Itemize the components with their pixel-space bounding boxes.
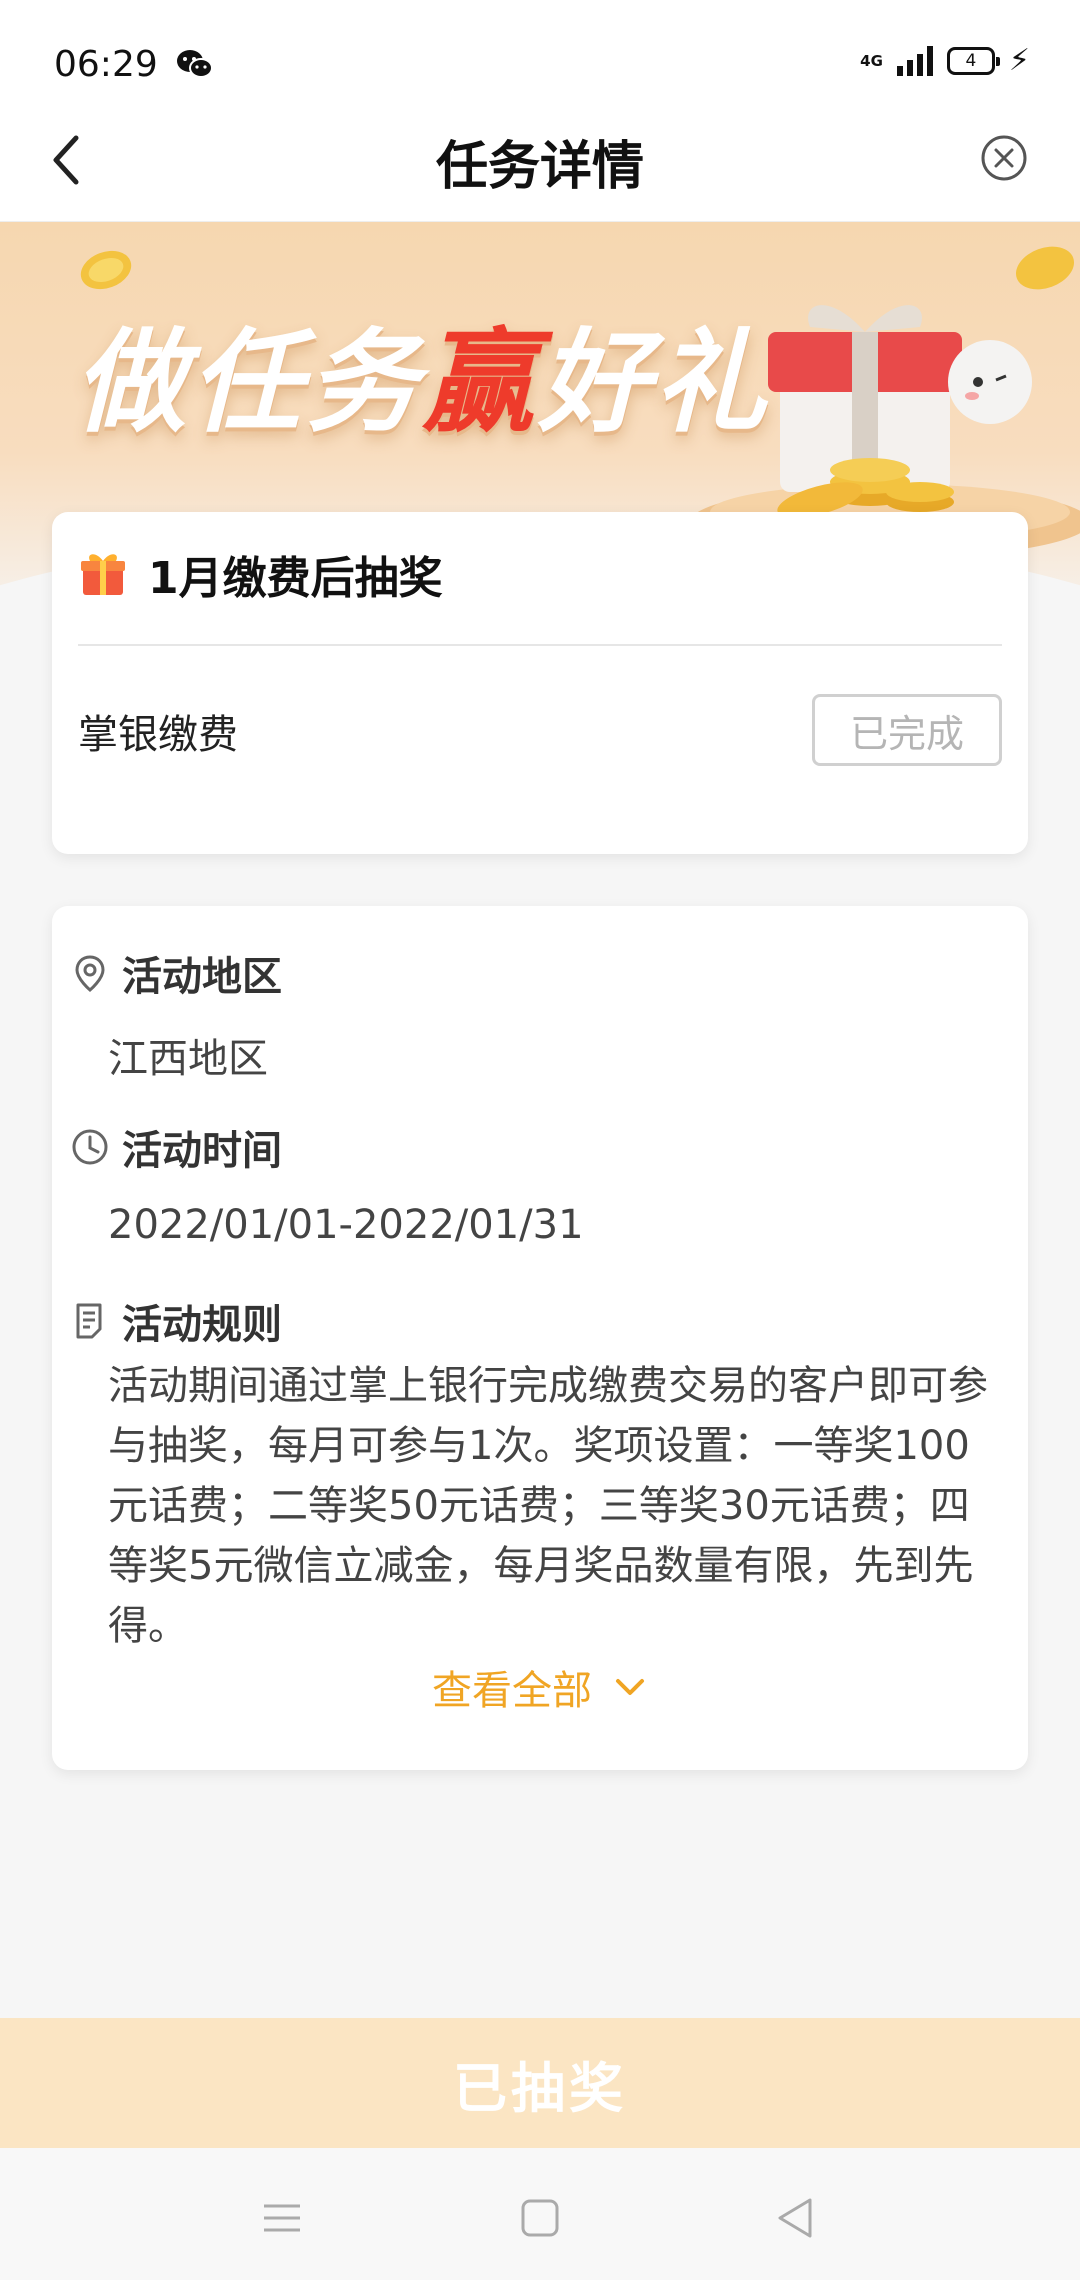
gift-icon bbox=[81, 554, 125, 595]
task-status-button[interactable]: 已完成 bbox=[812, 694, 1002, 766]
network-type: 4G bbox=[860, 51, 883, 70]
divider bbox=[78, 644, 1002, 646]
time-section-header: 活动时间 bbox=[70, 1118, 282, 1176]
location-pin-icon bbox=[75, 955, 105, 992]
wechat-icon bbox=[177, 50, 213, 78]
slogan-highlight: 赢 bbox=[422, 318, 538, 448]
rules-text: 活动期间通过掌上银行完成缴费交易的客户即可参与抽奖，每月可参与1次。奖项设置：一… bbox=[108, 1363, 988, 1648]
task-card: 1月缴费后抽奖 掌银缴费 已完成 bbox=[52, 512, 1028, 854]
region-value: 江西地区 bbox=[108, 1036, 268, 1082]
rules-title: 活动规则 bbox=[122, 1302, 282, 1348]
task-title: 1月缴费后抽奖 bbox=[148, 553, 443, 604]
battery-level: 4 bbox=[965, 51, 977, 71]
coin-icon bbox=[80, 250, 132, 290]
document-icon bbox=[76, 1303, 102, 1339]
nav-bar: 任务详情 bbox=[0, 100, 1080, 222]
back-triangle-icon[interactable] bbox=[766, 2188, 826, 2248]
draw-button-label: 已抽奖 bbox=[453, 2056, 627, 2120]
view-all-button[interactable]: 查看全部 bbox=[52, 1658, 1028, 1716]
rules-section-header: 活动规则 bbox=[70, 1292, 282, 1350]
slogan-text-1: 做任务 bbox=[74, 318, 422, 448]
close-circle-icon[interactable] bbox=[978, 132, 1030, 184]
chevron-down-icon bbox=[616, 1679, 644, 1695]
region-section-header: 活动地区 bbox=[70, 944, 282, 1002]
task-item-label: 掌银缴费 bbox=[78, 712, 238, 758]
home-square-icon[interactable] bbox=[510, 2188, 570, 2248]
signal-icon bbox=[896, 46, 933, 76]
clock-icon bbox=[72, 1129, 108, 1165]
menu-icon[interactable] bbox=[252, 2188, 312, 2248]
draw-button[interactable]: 已抽奖 bbox=[0, 2018, 1080, 2148]
gift-box-illustration bbox=[690, 246, 1080, 552]
status-time: 06:29 bbox=[54, 44, 158, 85]
time-value: 2022/01/01-2022/01/31 bbox=[108, 1202, 584, 1248]
charging-icon: ⚡ bbox=[1008, 43, 1030, 78]
activity-info-card: 活动地区 江西地区 活动时间 2022/01/01-2022/01/31 活动规… bbox=[52, 906, 1028, 1770]
view-all-label: 查看全部 bbox=[432, 1668, 592, 1714]
system-nav-bar bbox=[0, 2148, 1080, 2280]
battery-icon: 4 bbox=[946, 47, 1000, 75]
time-title: 活动时间 bbox=[122, 1128, 282, 1174]
task-header: 1月缴费后抽奖 bbox=[78, 542, 443, 606]
region-title: 活动地区 bbox=[122, 954, 282, 1000]
page-title: 任务详情 bbox=[435, 137, 644, 197]
